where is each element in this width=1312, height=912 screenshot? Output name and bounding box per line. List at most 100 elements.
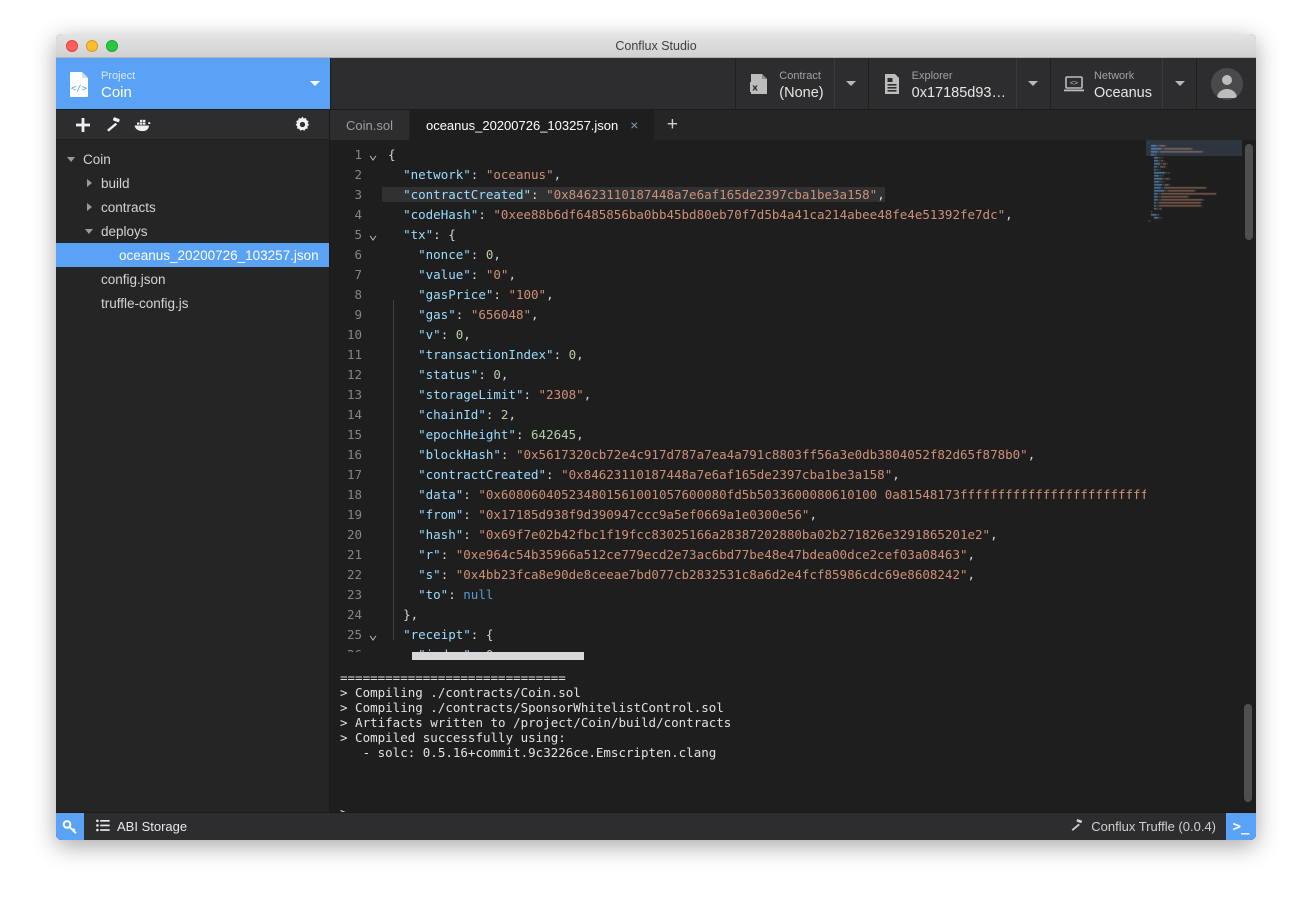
code-line[interactable]: 5 ⌄ "tx": { [330,224,1146,244]
toggle-terminal-button[interactable]: >_ [1226,813,1256,840]
code-line[interactable]: 11 "transactionIndex": 0, [330,344,1146,364]
key-icon[interactable] [56,813,84,840]
code-lines-area[interactable]: 1 ⌄{2 "network": "oceanus", 3 "contractCre… [330,140,1146,653]
fold-chevron-down-icon[interactable]: ⌄ [364,627,382,642]
code-text: { [388,146,396,162]
code-line[interactable]: 16 "blockHash": "0x5617320cb72e4c917d787… [330,444,1146,464]
code-line[interactable]: 4 "codeHash": "0xee88b6df6485856ba0bb45b… [330,204,1146,224]
line-number: 5 [354,226,362,242]
tree-item-deploys[interactable]: deploys [56,219,329,243]
code-line[interactable]: 17 "contractCreated": "0x84623110187448a… [330,464,1146,484]
project-selector[interactable]: </> Project Coin [56,58,330,109]
close-tab-icon[interactable]: × [630,118,638,132]
terminal-scrollbar-thumb[interactable] [1244,704,1252,802]
docker-button[interactable] [128,114,158,136]
explorer-selector[interactable]: Explorer 0x17185d93… [867,58,1050,109]
code-line[interactable]: 15 "epochHeight": 642645, [330,424,1146,444]
tree-item-label: build [101,175,130,191]
conflux-truffle-status[interactable]: Conflux Truffle (0.0.4) [1059,813,1226,840]
minimap-viewport-slider[interactable] [1146,140,1256,156]
chevron-down-icon[interactable] [82,228,96,234]
contract-selector[interactable]: x Contract (None) [735,58,868,109]
abi-storage-button[interactable]: ABI Storage [84,813,199,840]
code-line[interactable]: 8 "gasPrice": "100", [330,284,1146,304]
tab-label: oceanus_20200726_103257.json [425,117,619,133]
code-line[interactable]: 2 "network": "oceanus", [330,164,1146,184]
line-number: 16 [346,446,362,462]
tree-item-oceanus-20200726-103257-json[interactable]: oceanus_20200726_103257.json [56,243,329,267]
line-number: 25 [346,626,362,642]
code-editor[interactable]: 1 ⌄{2 "network": "oceanus", 3 "contractCre… [330,140,1256,652]
code-line[interactable]: 26 "index": 0 [330,644,1146,653]
code-text: "contractCreated": "0x84623110187448a7e6… [418,466,900,482]
minimap[interactable] [1146,140,1256,652]
code-line[interactable]: 19 "from": "0x17185d938f9d390947ccc9a5ef… [330,504,1146,524]
code-line[interactable]: 24 }, [330,604,1146,624]
code-line[interactable]: 13 "storageLimit": "2308", [330,384,1146,404]
user-account-button[interactable] [1196,58,1256,109]
tree-item-contracts[interactable]: contracts [56,195,329,219]
terminal-line: > Compiling ./contracts/Coin.sol [340,685,581,700]
indent-guide [393,300,394,640]
code-line[interactable]: 25 ⌄ "receipt": { [330,624,1146,644]
code-line[interactable]: 6 "nonce": 0, [330,244,1146,264]
tree-item-truffle-config-js[interactable]: truffle-config.js [56,291,329,315]
settings-gear-icon[interactable] [287,114,317,136]
network-selector[interactable]: <> Network Oceanus [1049,58,1196,109]
add-button[interactable] [68,114,98,136]
code-line[interactable]: 20 "hash": "0x69f7e02b42fbc1f19fcc830251… [330,524,1146,544]
file-tree[interactable]: Coin build contracts deploys oceanus_2020072… [56,140,329,812]
tab-coin-sol[interactable]: Coin.sol [330,110,410,140]
editor-vertical-scrollbar[interactable] [1242,140,1256,652]
code-text: "receipt": { [403,626,494,642]
code-line[interactable]: 23 "to": null [330,584,1146,604]
code-line[interactable]: 18 "data": "0x60806040523480156100105760… [330,484,1146,504]
tab-oceanus-20200726-103257-json[interactable]: oceanus_20200726_103257.json × [409,110,656,140]
code-line[interactable]: 1 ⌄ { [330,144,1146,164]
code-line[interactable]: 21 "r": "0xe964c54b35966a512ce779ecd2e73… [330,544,1146,564]
line-number: 11 [346,346,362,362]
code-file-icon: </> [66,69,92,99]
svg-text:x: x [752,83,758,93]
sidebar-toolbar [56,110,329,140]
fold-chevron-down-icon[interactable]: ⌄ [364,227,382,242]
line-number: 13 [346,386,362,402]
chevron-right-icon[interactable] [82,203,96,211]
line-number: 15 [346,426,362,442]
code-line[interactable]: 10 "v": 0, [330,324,1146,344]
chevron-down-icon[interactable] [64,156,78,162]
tree-item-config-json[interactable]: config.json [56,267,329,291]
contract-dropdown-arrow[interactable] [833,58,868,109]
code-line[interactable]: 12 "status": 0, [330,364,1146,384]
hscrollbar-thumb[interactable] [412,652,584,660]
editor-horizontal-scrollbar[interactable] [330,652,1256,660]
editor-column: Coin.sol oceanus_20200726_103257.json × + 1… [330,110,1256,812]
chevron-down-icon[interactable] [310,81,320,86]
network-value: Oceanus [1093,84,1152,101]
code-line[interactable]: 7 "value": "0", [330,264,1146,284]
explorer-icon [881,73,903,95]
terminal-line: > [340,805,1256,812]
code-line[interactable]: 14 "chainId": 2, [330,404,1146,424]
line-number: 17 [346,466,362,482]
terminal-line: - solc: 0.5.16+commit.9c3226ce.Emscripte… [340,745,717,760]
code-text: "to": null [418,586,494,602]
tree-item-coin[interactable]: Coin [56,147,329,171]
terminal-line: > Compiled successfully using: [340,730,566,745]
tree-item-label: contracts [101,199,156,215]
project-value: Coin [101,83,132,101]
code-line[interactable]: 22 "s": "0x4bb23fca8e90de8ceeae7bd077cb2… [330,564,1146,584]
build-hammer-button[interactable] [98,114,128,136]
terminal-output-panel[interactable]: ============================== > Compilin… [330,664,1256,812]
scrollbar-thumb[interactable] [1245,144,1253,240]
network-dropdown-arrow[interactable] [1162,58,1196,109]
chevron-right-icon[interactable] [82,179,96,187]
tree-item-build[interactable]: build [56,171,329,195]
fold-chevron-down-icon[interactable]: ⌄ [364,147,382,162]
code-line[interactable]: 9 "gas": "656048", [330,304,1146,324]
code-line[interactable]: 3 "contractCreated": "0x84623110187448a7… [330,184,1146,204]
new-tab-button[interactable]: + [655,110,690,140]
tab-label: Coin.sol [346,117,393,133]
tab-bar: Coin.sol oceanus_20200726_103257.json × + [330,110,1256,140]
explorer-dropdown-arrow[interactable] [1015,58,1050,109]
